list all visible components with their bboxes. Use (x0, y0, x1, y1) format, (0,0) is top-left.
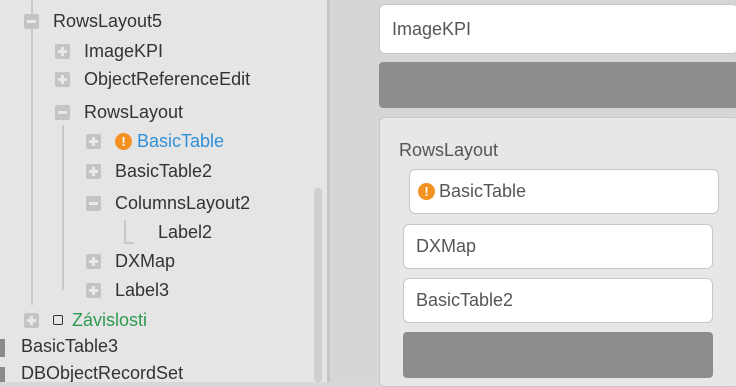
expand-icon[interactable] (86, 163, 101, 179)
placeholder-block[interactable] (403, 332, 713, 378)
card-label: DXMap (416, 236, 477, 256)
warning-icon: ! (115, 132, 132, 150)
expand-icon[interactable] (24, 312, 39, 328)
tree-item-objectreferenceedit[interactable]: ObjectReferenceEdit (55, 65, 250, 93)
expand-icon[interactable] (86, 253, 101, 269)
expand-icon[interactable] (55, 71, 70, 87)
tree-connector (124, 242, 134, 244)
tree-item-label2[interactable]: Label2 (158, 218, 212, 246)
tree-item-label: BasicTable2 (115, 160, 213, 181)
tree-item-label: Label2 (158, 221, 213, 242)
collapse-icon[interactable] (55, 104, 70, 120)
expand-icon[interactable] (86, 133, 101, 149)
collapse-icon[interactable] (24, 13, 39, 29)
tree-item-label: ColumnsLayout2 (115, 192, 251, 213)
item-marker (0, 367, 5, 382)
tree-item-basictable2[interactable]: BasicTable2 (86, 157, 212, 185)
card-label: BasicTable (439, 181, 527, 201)
card-label: ImageKPI (392, 18, 472, 39)
tree-item-label3[interactable]: Label3 (86, 276, 169, 304)
tree-item-label: ObjectReferenceEdit (84, 68, 251, 89)
tree-item-label: ImageKPI (84, 40, 164, 61)
tree-item-label: Závislosti (72, 309, 148, 330)
card-dxmap[interactable]: DXMap (403, 224, 713, 269)
tree-item-label: Label3 (115, 279, 170, 300)
tree-item-label: DXMap (115, 250, 176, 271)
tree-item-rowslayout5[interactable]: RowsLayout5 (24, 7, 162, 35)
tree-connector (62, 125, 64, 290)
item-marker (0, 339, 5, 357)
warning-icon: ! (418, 183, 435, 200)
tree-item-dxmap[interactable]: DXMap (86, 247, 175, 275)
card-basictable[interactable]: ! BasicTable (409, 169, 719, 214)
card-imagekpi[interactable]: ImageKPI (379, 4, 736, 54)
tree-item-imagekpi[interactable]: ImageKPI (55, 37, 163, 65)
tree-item-zavislosti[interactable]: Závislosti (24, 306, 147, 334)
placeholder-block[interactable] (379, 62, 736, 108)
tree-item-label: RowsLayout5 (53, 10, 163, 31)
expand-icon[interactable] (55, 43, 70, 59)
card-label: BasicTable2 (416, 290, 514, 310)
tree-connector (31, 0, 33, 305)
tree-item-dbobjectrecordset[interactable]: DBObjectRecordSet (21, 363, 183, 382)
card-basictable2[interactable]: BasicTable2 (403, 278, 713, 323)
tree-connector (124, 220, 126, 244)
tree-item-label: RowsLayout (84, 101, 184, 122)
tree-item-basictable[interactable]: ! BasicTable (86, 127, 224, 155)
collapse-icon[interactable] (86, 195, 101, 211)
rowslayout-container[interactable]: RowsLayout ! BasicTable DXMap BasicTable… (379, 117, 736, 387)
tree-item-basictable3[interactable]: BasicTable3 (21, 336, 118, 357)
group-title: RowsLayout (399, 140, 499, 160)
layout-designer: ImageKPI RowsLayout ! BasicTable DXMap B… (330, 0, 736, 387)
tree-item-label: BasicTable (137, 130, 225, 151)
tree-item-columnslayout2[interactable]: ColumnsLayout2 (86, 189, 250, 217)
tree-scrollbar[interactable] (314, 188, 322, 382)
component-tree: RowsLayout5 ImageKPI ObjectReferenceEdit… (0, 0, 327, 382)
expand-icon[interactable] (86, 282, 101, 298)
tree-item-rowslayout[interactable]: RowsLayout (55, 98, 183, 126)
square-icon (53, 315, 63, 325)
